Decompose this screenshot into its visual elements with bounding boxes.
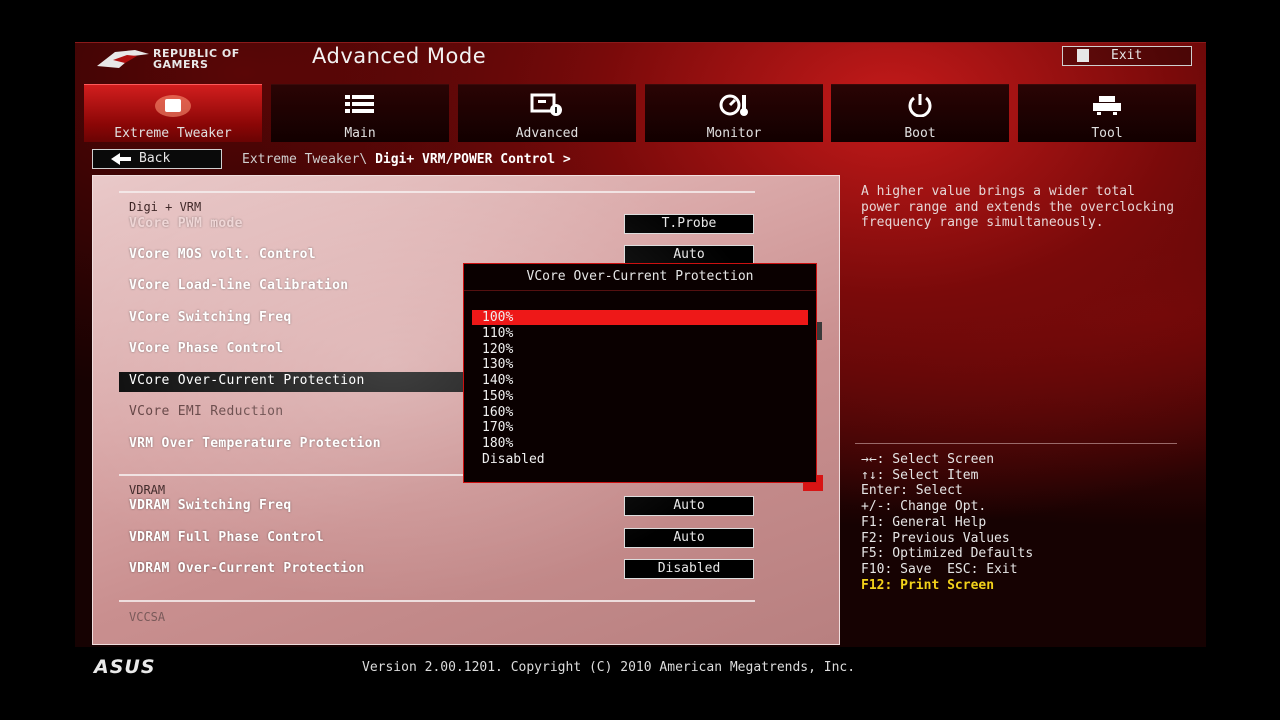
setting-vrm-otp[interactable]: VRM Over Temperature Protection bbox=[129, 436, 381, 451]
value-vdram-ocp[interactable]: Disabled bbox=[624, 559, 754, 579]
section-divider bbox=[119, 600, 755, 602]
setting-vcore-emi[interactable]: VCore EMI Reduction bbox=[129, 404, 283, 419]
key-hint-print-screen: F12: Print Screen bbox=[861, 577, 995, 593]
section-header-vrm: Digi + VRM bbox=[129, 200, 202, 214]
setting-vdram-ocp[interactable]: VDRAM Over-Current Protection bbox=[129, 561, 365, 576]
tab-label: Advanced bbox=[515, 126, 579, 141]
key-hint: F10: Save ESC: Exit bbox=[861, 561, 1018, 577]
tab-monitor[interactable]: Monitor bbox=[645, 84, 823, 142]
value-vcore-pwm-mode[interactable]: T.Probe bbox=[624, 214, 754, 234]
key-hint: Enter: Select bbox=[861, 483, 963, 499]
tab-boot[interactable]: Boot bbox=[831, 84, 1009, 142]
rog-logo: REPUBLIC OF GAMERS bbox=[95, 46, 275, 72]
setting-vcore-pwm-mode[interactable]: VCore PWM mode bbox=[129, 216, 243, 231]
key-hint: F2: Previous Values bbox=[861, 530, 1010, 546]
section-header-vdram: VDRAM bbox=[129, 483, 166, 497]
popup-option[interactable]: 180% bbox=[472, 436, 808, 451]
tab-label: Main bbox=[344, 126, 376, 141]
popup-option[interactable]: 110% bbox=[472, 326, 808, 341]
popup-option[interactable]: 150% bbox=[472, 389, 808, 404]
help-divider bbox=[855, 443, 1177, 444]
breadcrumb: Extreme Tweaker\ Digi+ VRM/POWER Control… bbox=[242, 152, 571, 167]
section-divider bbox=[119, 191, 755, 193]
setting-vcore-switching-freq[interactable]: VCore Switching Freq bbox=[129, 310, 292, 325]
exit-button[interactable]: Exit bbox=[1062, 46, 1192, 66]
breadcrumb-parent: Extreme Tweaker\ bbox=[242, 152, 376, 167]
back-label: Back bbox=[139, 151, 171, 166]
key-hint: +/-: Change Opt. bbox=[861, 499, 987, 515]
asus-logo: ASUS bbox=[94, 656, 156, 678]
page-title: Advanced Mode bbox=[312, 44, 487, 68]
section-header-vccsa: VCCSA bbox=[129, 610, 166, 624]
popup-option[interactable]: 170% bbox=[472, 420, 808, 435]
tab-label: Monitor bbox=[706, 126, 762, 141]
scrollbar-thumb[interactable] bbox=[817, 322, 822, 340]
version-text: Version 2.00.1201. Copyright (C) 2010 Am… bbox=[362, 660, 856, 675]
value-vdram-full-phase[interactable]: Auto bbox=[624, 528, 754, 548]
rog-brand-text: REPUBLIC OF GAMERS bbox=[153, 47, 240, 71]
tool-icon bbox=[1018, 93, 1196, 115]
setting-vcore-llc[interactable]: VCore Load-line Calibration bbox=[129, 278, 348, 293]
tab-label: Extreme Tweaker bbox=[114, 126, 232, 141]
setting-vcore-mos-volt[interactable]: VCore MOS volt. Control bbox=[129, 247, 316, 262]
power-icon bbox=[831, 93, 1009, 117]
advanced-settings-icon bbox=[458, 93, 636, 116]
rog-eye-icon bbox=[97, 50, 149, 68]
back-arrow-icon bbox=[110, 152, 132, 172]
key-legend: →←: Select Screen ↑↓: Select Item Enter: S… bbox=[861, 452, 1033, 593]
popup-title: VCore Over-Current Protection bbox=[526, 269, 754, 284]
tab-tool[interactable]: Tool bbox=[1018, 84, 1196, 142]
setting-vdram-full-phase[interactable]: VDRAM Full Phase Control bbox=[129, 530, 324, 545]
breadcrumb-current: Digi+ VRM/POWER Control > bbox=[375, 152, 571, 167]
key-hint: ↑↓: Select Item bbox=[861, 467, 979, 483]
tab-label: Tool bbox=[1091, 126, 1123, 141]
monitor-gauge-icon bbox=[645, 93, 823, 116]
tab-label: Boot bbox=[904, 126, 936, 141]
help-text: A higher value brings a wider total powe… bbox=[861, 184, 1175, 231]
key-hint: →←: Select Screen bbox=[861, 452, 995, 467]
back-button[interactable]: Back bbox=[92, 149, 222, 169]
list-icon bbox=[271, 93, 449, 115]
key-hint: F1: General Help bbox=[861, 514, 987, 530]
option-popup: VCore Over-Current Protection 100% 110% … bbox=[463, 263, 817, 483]
value-vdram-switching-freq[interactable]: Auto bbox=[624, 496, 754, 516]
key-hint: F5: Optimized Defaults bbox=[861, 546, 1034, 562]
popup-option[interactable]: 120% bbox=[472, 342, 808, 357]
tab-extreme-tweaker[interactable]: Extreme Tweaker bbox=[84, 84, 262, 142]
setting-vdram-switching-freq[interactable]: VDRAM Switching Freq bbox=[129, 498, 292, 513]
tab-advanced[interactable]: Advanced bbox=[458, 84, 636, 142]
popup-option[interactable]: 130% bbox=[472, 357, 808, 372]
popup-divider bbox=[464, 290, 816, 291]
value-vcore-mos-volt[interactable]: Auto bbox=[624, 245, 754, 265]
popup-option[interactable]: 160% bbox=[472, 405, 808, 420]
extreme-tweaker-icon bbox=[84, 93, 262, 117]
popup-option[interactable]: Disabled bbox=[472, 452, 808, 467]
setting-vcore-ocp[interactable]: VCore Over-Current Protection bbox=[129, 373, 365, 388]
setting-vcore-phase-control[interactable]: VCore Phase Control bbox=[129, 341, 283, 356]
exit-label: Exit bbox=[1111, 48, 1143, 63]
popup-option[interactable]: 100% bbox=[472, 310, 808, 325]
tab-main[interactable]: Main bbox=[271, 84, 449, 142]
popup-option[interactable]: 140% bbox=[472, 373, 808, 388]
exit-door-icon bbox=[1077, 49, 1089, 62]
